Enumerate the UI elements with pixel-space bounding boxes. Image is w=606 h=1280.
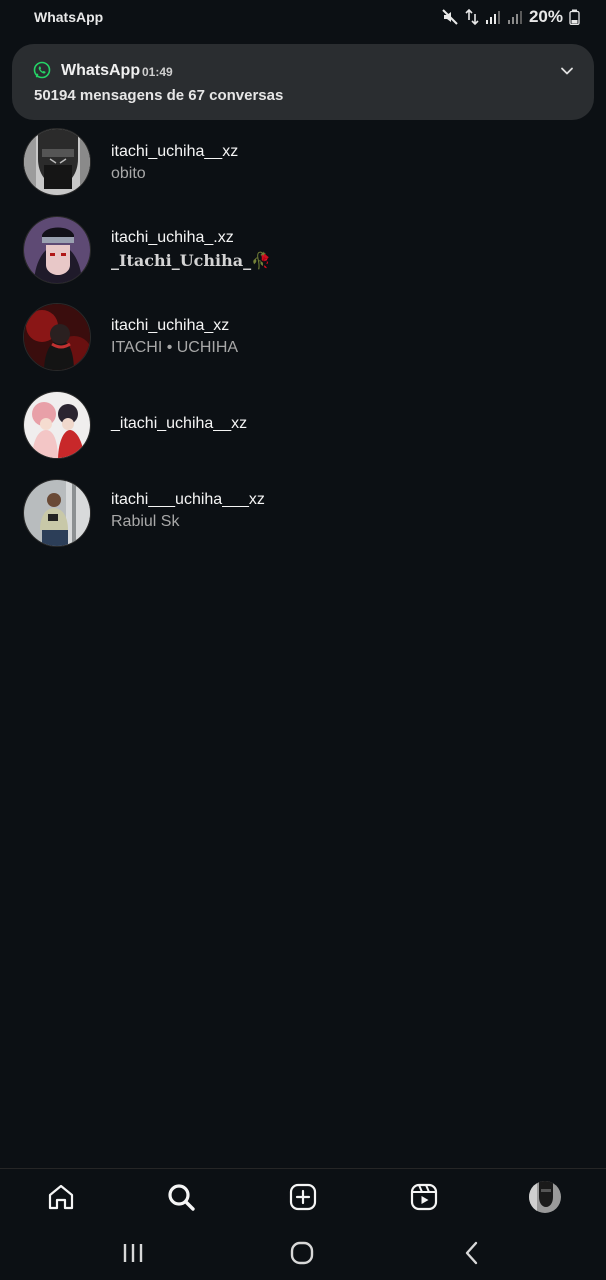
notification-app-name: WhatsApp <box>61 62 141 79</box>
list-item[interactable]: _itachi_uchiha__xz <box>0 389 606 473</box>
list-item[interactable]: itachi_uchiha_.xz _𝐈𝐭𝐚𝐜𝐡𝐢_𝐔𝐜𝐡𝐢𝐡𝐚_🥀 <box>0 214 606 298</box>
avatar[interactable] <box>23 391 91 459</box>
nav-reels[interactable] <box>408 1181 440 1213</box>
search-icon <box>168 1184 195 1211</box>
nav-create[interactable] <box>287 1181 319 1213</box>
system-nav <box>0 1228 606 1280</box>
whatsapp-notification[interactable]: WhatsApp 01:49 50194 mensagens de 67 con… <box>12 44 594 120</box>
notification-time: 01:49 <box>142 65 173 79</box>
back-icon[interactable] <box>459 1240 485 1266</box>
notification-text: 50194 mensagens de 67 conversas <box>34 87 284 104</box>
status-app-label: WhatsApp <box>34 9 104 25</box>
subtitle: obito <box>111 165 146 182</box>
avatar[interactable] <box>23 216 91 284</box>
subtitle: ITACHI • UCHIHA <box>111 339 239 356</box>
battery-icon <box>569 9 580 25</box>
subtitle: Rabiul Sk <box>111 513 180 530</box>
recents-icon[interactable] <box>120 1240 146 1266</box>
home-circle-icon[interactable] <box>289 1240 315 1266</box>
data-arrows-icon <box>465 8 479 26</box>
list-item[interactable]: itachi_uchiha_xz ITACHI • UCHIHA <box>0 301 606 385</box>
username: itachi_uchiha_xz <box>111 317 230 334</box>
whatsapp-icon <box>33 61 51 79</box>
status-icons: 20% <box>441 7 580 27</box>
create-icon <box>289 1183 317 1211</box>
nav-home[interactable] <box>45 1181 77 1213</box>
profile-avatar <box>529 1181 561 1213</box>
signal-icon <box>485 9 501 25</box>
username: itachi_uchiha_.xz <box>111 229 234 246</box>
list-item[interactable]: itachi___uchiha___xz Rabiul Sk <box>0 477 606 561</box>
list-item[interactable]: itachi_uchiha__xz obito <box>0 126 606 210</box>
home-icon <box>48 1184 74 1210</box>
username: itachi_uchiha__xz <box>111 143 239 160</box>
chevron-down-icon[interactable] <box>560 64 574 78</box>
subtitle: _𝐈𝐭𝐚𝐜𝐡𝐢_𝐔𝐜𝐡𝐢𝐡𝐚_🥀 <box>111 251 272 270</box>
battery-percent: 20% <box>528 7 563 26</box>
avatar[interactable] <box>23 479 91 547</box>
mute-icon <box>441 8 459 26</box>
avatar[interactable] <box>23 303 91 371</box>
reels-icon <box>410 1183 438 1211</box>
signal-icon <box>507 9 523 25</box>
nav-search[interactable] <box>165 1181 197 1213</box>
status-bar: WhatsApp 20% <box>0 0 606 34</box>
nav-profile[interactable] <box>529 1181 561 1213</box>
username: _itachi_uchiha__xz <box>111 415 248 432</box>
bottom-nav <box>0 1168 606 1225</box>
username: itachi___uchiha___xz <box>111 491 265 508</box>
avatar[interactable] <box>23 128 91 196</box>
